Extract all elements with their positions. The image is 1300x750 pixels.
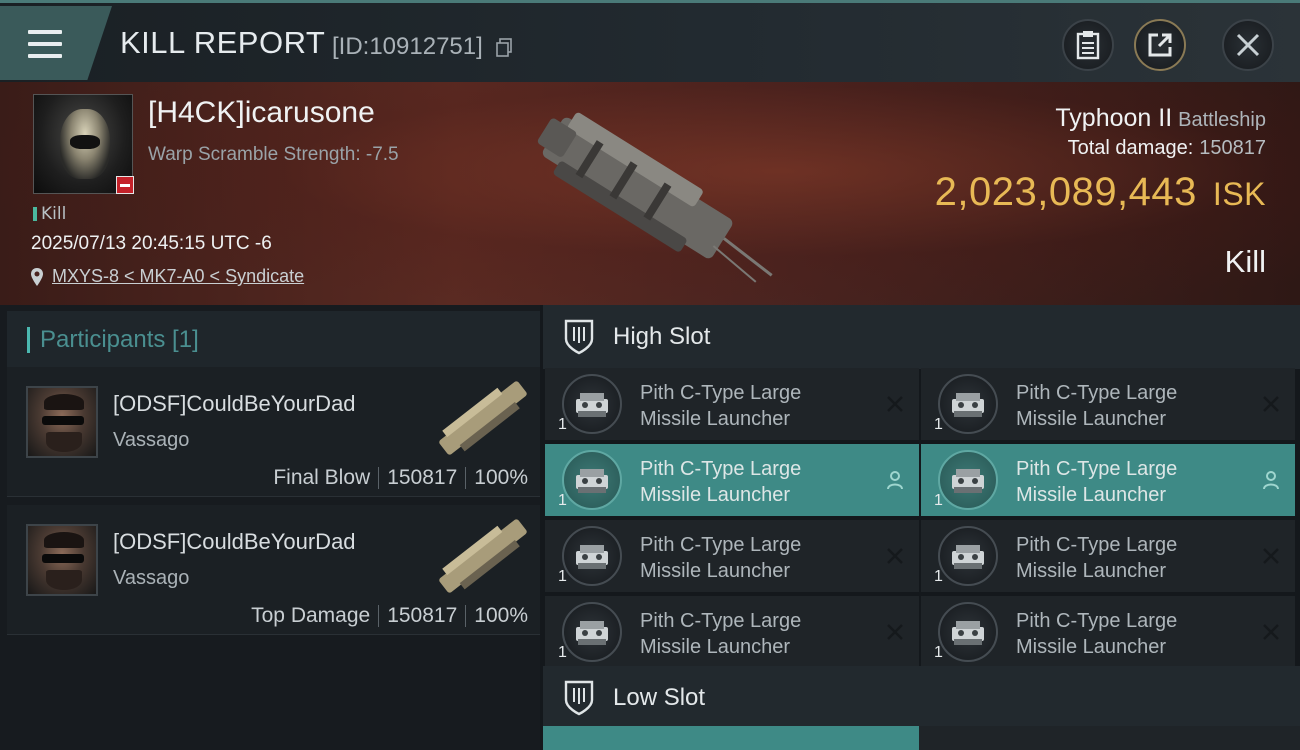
missile-launcher-icon — [938, 374, 998, 434]
module-item[interactable]: 1 Pith C-Type Large Missile Launcher — [921, 444, 1295, 516]
module-quantity: 1 — [558, 492, 567, 509]
module-name: Pith C-Type Large Missile Launcher — [640, 534, 802, 582]
module-name: Pith C-Type Large Missile Launcher — [1016, 382, 1178, 430]
shield-slot-icon — [564, 680, 594, 716]
low-slot-row[interactable] — [543, 726, 1300, 750]
participant-ship: Vassago — [113, 429, 190, 451]
destroyed-x-icon — [1263, 624, 1279, 640]
module-item[interactable]: 1 Pith C-Type Large Missile Launcher — [921, 596, 1295, 668]
ship-info: Typhoon II Battleship Total damage: 150817… — [935, 104, 1266, 215]
module-quantity: 1 — [558, 568, 567, 585]
participant-row[interactable]: [ODSF]CouldBeYourDad Vassago Final Blow 1… — [7, 367, 540, 497]
module-item[interactable]: 1 Pith C-Type Large Missile Launcher — [921, 520, 1295, 592]
copy-icon[interactable] — [496, 38, 512, 57]
module-item[interactable]: 1 Pith C-Type Large Missile Launcher — [921, 368, 1295, 440]
close-button[interactable] — [1222, 19, 1274, 71]
participant-stats: Final Blow 150817 100% — [273, 466, 528, 489]
module-name: Pith C-Type Large Missile Launcher — [1016, 458, 1178, 506]
person-icon — [887, 471, 903, 490]
participants-header: Participants [1] — [7, 311, 540, 369]
high-slot-header: High Slot — [543, 305, 1300, 369]
victim-banner: [H4CK]icarusone Warp Scramble Strength: … — [0, 82, 1300, 305]
missile-launcher-icon — [938, 450, 998, 510]
ship-class: Battleship — [1178, 109, 1266, 131]
missile-launcher-icon — [938, 526, 998, 586]
module-item[interactable]: 1 Pith C-Type Large Missile Launcher — [545, 368, 919, 440]
person-icon — [1263, 471, 1279, 490]
kill-tag: Kill — [33, 204, 66, 224]
missile-launcher-icon — [562, 374, 622, 434]
report-id: [ID:10912751] — [332, 33, 483, 60]
warp-scramble-strength: Warp Scramble Strength: -7.5 — [148, 144, 399, 165]
module-quantity: 1 — [558, 644, 567, 661]
missile-launcher-icon — [938, 602, 998, 662]
clipboard-icon — [1076, 31, 1100, 60]
page-title: KILL REPORT — [120, 25, 326, 60]
kill-location[interactable]: MXYS-8 < MK7-A0 < Syndicate — [30, 266, 304, 287]
destroyed-x-icon — [887, 548, 903, 564]
participant-name: [ODSF]CouldBeYourDad — [113, 529, 356, 554]
participant-ship: Vassago — [113, 567, 190, 589]
victim-name[interactable]: [H4CK]icarusone — [148, 96, 375, 130]
missile-launcher-icon — [562, 526, 622, 586]
close-icon — [1236, 33, 1260, 57]
destroyed-x-icon — [1263, 396, 1279, 412]
destroyed-x-icon — [1263, 548, 1279, 564]
participant-ship-image — [439, 519, 527, 593]
menu-button[interactable] — [0, 6, 112, 80]
low-slot-header: Low Slot — [543, 666, 1300, 730]
module-quantity: 1 — [934, 416, 943, 433]
participant-stats: Top Damage 150817 100% — [251, 604, 528, 627]
shield-slot-icon — [564, 319, 594, 355]
destroyed-x-icon — [887, 624, 903, 640]
module-name: Pith C-Type Large Missile Launcher — [640, 610, 802, 658]
module-item[interactable]: 1 Pith C-Type Large Missile Launcher — [545, 520, 919, 592]
menu-icon — [28, 30, 62, 58]
module-quantity: 1 — [558, 416, 567, 433]
missile-launcher-icon — [562, 602, 622, 662]
kill-result: Kill — [1224, 244, 1266, 279]
kill-datetime: 2025/07/13 20:45:15 UTC -6 — [31, 233, 272, 254]
module-item[interactable]: 1 Pith C-Type Large Missile Launcher — [545, 596, 919, 668]
participants-panel: Participants [1] [ODSF]CouldBeYourDad Va… — [0, 305, 540, 750]
share-button[interactable] — [1134, 19, 1186, 71]
avatar[interactable] — [26, 386, 98, 458]
module-name: Pith C-Type Large Missile Launcher — [640, 458, 802, 506]
hostile-badge — [116, 176, 134, 194]
participant-name: [ODSF]CouldBeYourDad — [113, 391, 356, 416]
share-icon — [1148, 33, 1172, 57]
module-name: Pith C-Type Large Missile Launcher — [1016, 610, 1178, 658]
module-name: Pith C-Type Large Missile Launcher — [640, 382, 802, 430]
module-name: Pith C-Type Large Missile Launcher — [1016, 534, 1178, 582]
module-quantity: 1 — [934, 492, 943, 509]
module-item[interactable]: 1 Pith C-Type Large Missile Launcher — [545, 444, 919, 516]
module-quantity: 1 — [934, 644, 943, 661]
missile-launcher-icon — [562, 450, 622, 510]
top-bar: KILL REPORT [ID:10912751] — [0, 0, 1300, 82]
ship-name[interactable]: Typhoon II — [1055, 104, 1172, 132]
participant-row[interactable]: [ODSF]CouldBeYourDad Vassago Top Damage 1… — [7, 505, 540, 635]
isk-value: 2,023,089,443 ISK — [934, 170, 1266, 214]
total-damage: Total damage: 150817 — [1067, 137, 1266, 159]
report-button[interactable] — [1062, 19, 1114, 71]
module-quantity: 1 — [934, 568, 943, 585]
location-pin-icon — [31, 267, 43, 286]
avatar[interactable] — [26, 524, 98, 596]
destroyed-x-icon — [887, 396, 903, 412]
victim-ship-image — [537, 112, 773, 283]
participant-ship-image — [439, 381, 527, 455]
